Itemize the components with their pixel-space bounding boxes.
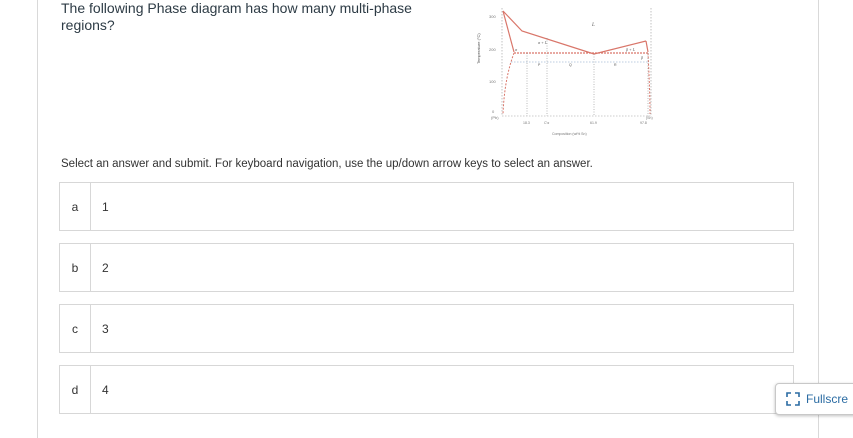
x-tick-97: 97.8 xyxy=(640,121,647,125)
fullscreen-icon xyxy=(786,392,800,406)
fullscreen-label: Fullscre xyxy=(806,392,849,406)
right-component-label: (Sn) xyxy=(646,116,653,120)
label-beta: β xyxy=(640,55,643,60)
choice-c[interactable]: c 3 xyxy=(59,304,794,353)
solvus-right xyxy=(647,52,651,115)
choice-letter: d xyxy=(60,366,91,413)
y-tick-0: 0 xyxy=(492,109,495,114)
label-liquid: L xyxy=(591,23,595,28)
choice-text: 2 xyxy=(102,260,109,275)
fullscreen-button[interactable]: Fullscre xyxy=(775,383,853,415)
label-p: P xyxy=(538,63,541,67)
choice-b[interactable]: b 2 xyxy=(59,243,794,292)
instructions-text: Select an answer and submit. For keyboar… xyxy=(61,158,593,170)
label-q: Q xyxy=(569,63,572,67)
label-alpha-liquid: α + L xyxy=(538,40,548,45)
y-axis-label: Temperature (°C) xyxy=(476,33,481,64)
question-text: The following Phase diagram has how many… xyxy=(61,0,412,33)
choice-letter: a xyxy=(60,183,91,230)
label-alpha: α xyxy=(515,47,518,52)
x-axis-label: Composition (wt% Sn) xyxy=(552,132,587,136)
choice-letter: b xyxy=(60,244,91,291)
choice-a[interactable]: a 1 xyxy=(59,182,794,231)
choice-text: 3 xyxy=(102,321,109,336)
choice-d[interactable]: d 4 xyxy=(59,365,794,414)
choice-letter: c xyxy=(60,305,91,352)
y-tick-100: 100 xyxy=(489,79,496,84)
x-tick-ca: C'α xyxy=(544,121,549,125)
liquidus-right xyxy=(593,40,647,55)
y-tick-300: 300 xyxy=(489,14,496,19)
choice-text: 1 xyxy=(102,199,109,214)
left-component-label: (Pb) xyxy=(491,115,499,120)
x-tick-61: 61.9 xyxy=(590,121,597,125)
label-beta-liquid: β + L xyxy=(625,47,636,52)
y-tick-200: 200 xyxy=(489,47,496,52)
label-r: R xyxy=(614,63,617,67)
choice-text: 4 xyxy=(102,382,109,397)
x-tick-18: 18.3 xyxy=(523,121,530,125)
phase-diagram: Temperature (°C) 300 200 100 0 (Pb) L α … xyxy=(474,4,664,150)
solidus-right xyxy=(645,40,649,53)
